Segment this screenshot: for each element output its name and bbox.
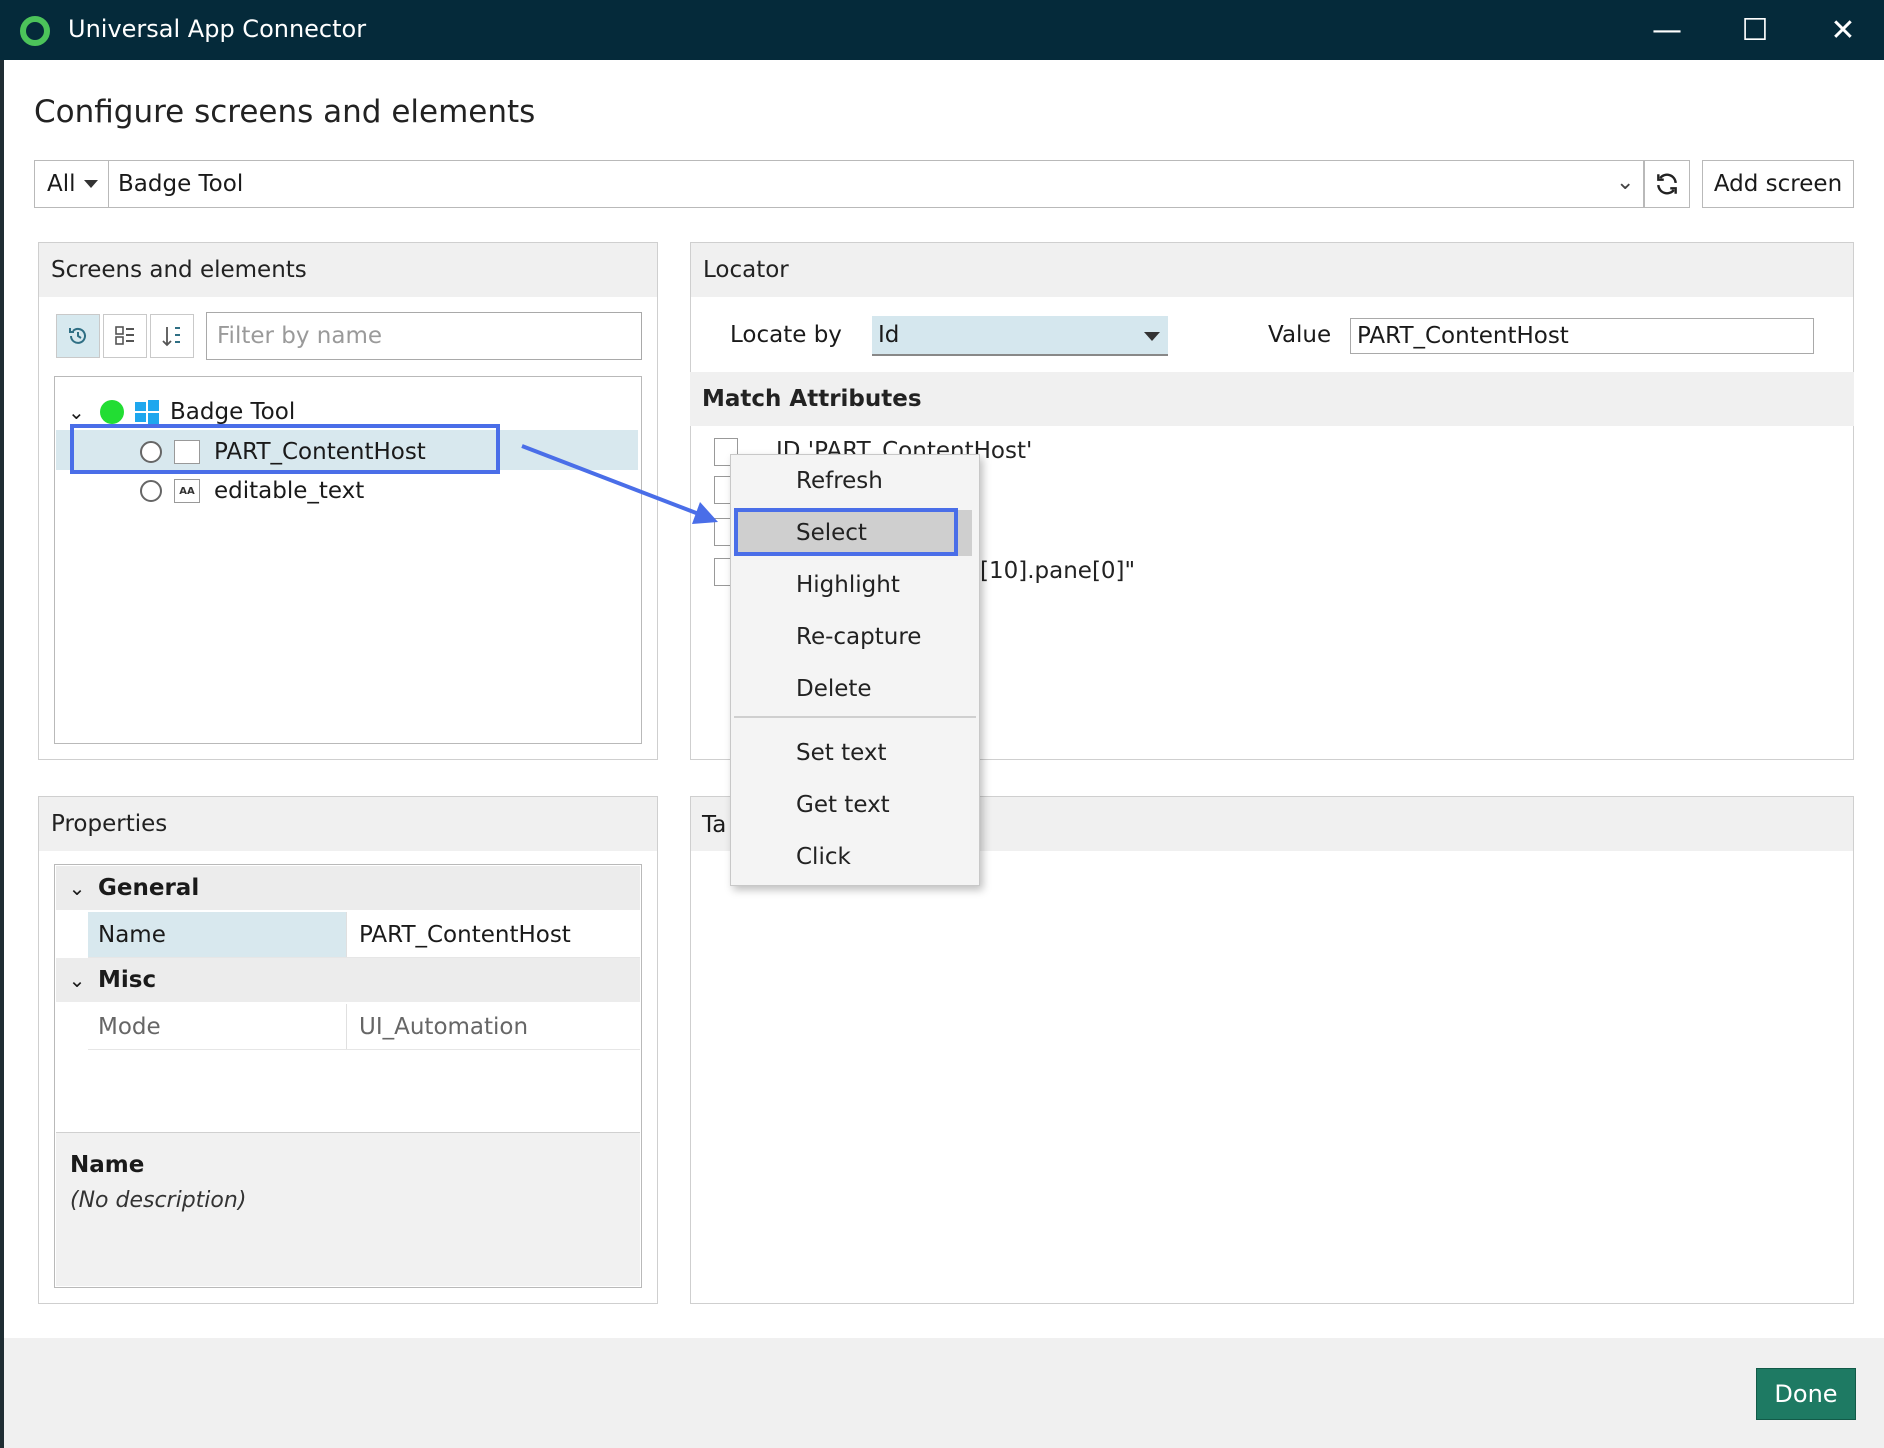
refresh-button[interactable] — [1644, 160, 1690, 208]
menu-item-highlight[interactable]: Highlight — [738, 562, 972, 608]
collapse-chevron-icon[interactable]: ⌄ — [56, 968, 98, 992]
window-title: Universal App Connector — [68, 15, 367, 43]
locate-by-label: Locate by — [730, 322, 842, 348]
property-value[interactable]: PART_ContentHost — [346, 912, 640, 957]
description-title: Name — [70, 1152, 145, 1178]
collapse-chevron-icon[interactable]: ⌄ — [56, 876, 98, 900]
locator-panel-header: Locator — [691, 243, 1853, 297]
match-attribute-path: [10].pane[0]" — [980, 558, 1136, 584]
annotation-highlight-box — [70, 424, 500, 474]
menu-item-get-text[interactable]: Get text — [738, 782, 972, 828]
property-name: Mode — [98, 1013, 161, 1040]
chevron-down-icon: ⌄ — [1616, 170, 1635, 195]
history-toggle-button[interactable] — [56, 314, 100, 358]
property-name: Name — [88, 912, 346, 957]
menu-item-refresh[interactable]: Refresh — [738, 458, 972, 504]
locate-by-dropdown[interactable]: Id — [872, 316, 1168, 356]
menu-item-recapture[interactable]: Re-capture — [738, 614, 972, 660]
annotation-highlight-box — [734, 508, 958, 556]
menu-separator — [734, 716, 976, 718]
caret-down-icon — [1144, 332, 1160, 341]
description-text: (No description) — [70, 1188, 247, 1213]
text-element-icon: AA — [174, 479, 200, 503]
filter-all-label: All — [47, 171, 76, 197]
group-view-icon — [115, 326, 134, 345]
target-panel-header-text: Ta — [702, 812, 727, 838]
menu-item-click[interactable]: Click — [738, 834, 972, 880]
locator-value-input[interactable]: PART_ContentHost — [1350, 318, 1814, 354]
filter-by-name-input[interactable] — [206, 312, 642, 360]
refresh-icon — [1657, 173, 1677, 195]
caret-down-icon — [83, 180, 98, 188]
screen-select-value: Badge Tool — [118, 171, 244, 197]
tree-node-editable-text[interactable]: AA editable_text — [140, 475, 364, 507]
maximize-button[interactable]: ☐ — [1712, 0, 1798, 60]
properties-panel-header: Properties — [39, 797, 657, 851]
element-radio[interactable] — [140, 480, 162, 502]
screens-panel-header: Screens and elements — [39, 243, 657, 297]
property-category-general[interactable]: ⌄ General — [56, 866, 640, 910]
status-online-icon — [100, 400, 124, 424]
property-row-name[interactable]: Name PART_ContentHost — [88, 912, 640, 958]
sort-icon — [162, 327, 180, 347]
group-view-button[interactable] — [103, 314, 147, 358]
tree-node-label: editable_text — [214, 478, 365, 504]
tree-node-label: Badge Tool — [170, 399, 296, 425]
history-icon — [69, 327, 86, 344]
add-screen-button[interactable]: Add screen — [1702, 160, 1854, 208]
window-left-edge — [0, 60, 4, 1448]
value-label: Value — [1268, 322, 1332, 348]
app-logo-icon — [20, 16, 50, 46]
minimize-button[interactable]: — — [1624, 0, 1710, 60]
filter-all-dropdown[interactable]: All — [35, 161, 109, 207]
property-value: UI_Automation — [346, 1004, 640, 1049]
category-label: Misc — [98, 967, 157, 993]
page-title: Configure screens and elements — [34, 94, 536, 130]
screen-select-dropdown[interactable]: Badge Tool — [110, 161, 1644, 207]
sort-button[interactable] — [150, 314, 194, 358]
close-button[interactable]: ✕ — [1800, 0, 1884, 60]
locate-by-value: Id — [878, 322, 900, 348]
category-label: General — [98, 875, 200, 901]
menu-item-set-text[interactable]: Set text — [738, 730, 972, 776]
property-category-misc[interactable]: ⌄ Misc — [56, 958, 640, 1002]
property-row-mode[interactable]: Mode UI_Automation — [88, 1004, 640, 1050]
done-button[interactable]: Done — [1756, 1368, 1856, 1420]
menu-item-delete[interactable]: Delete — [738, 666, 972, 712]
match-attributes-header: Match Attributes — [690, 372, 1854, 426]
expand-chevron-icon[interactable]: ⌄ — [68, 400, 90, 424]
dialog-footer — [4, 1338, 1884, 1448]
windows-app-icon — [135, 400, 159, 424]
